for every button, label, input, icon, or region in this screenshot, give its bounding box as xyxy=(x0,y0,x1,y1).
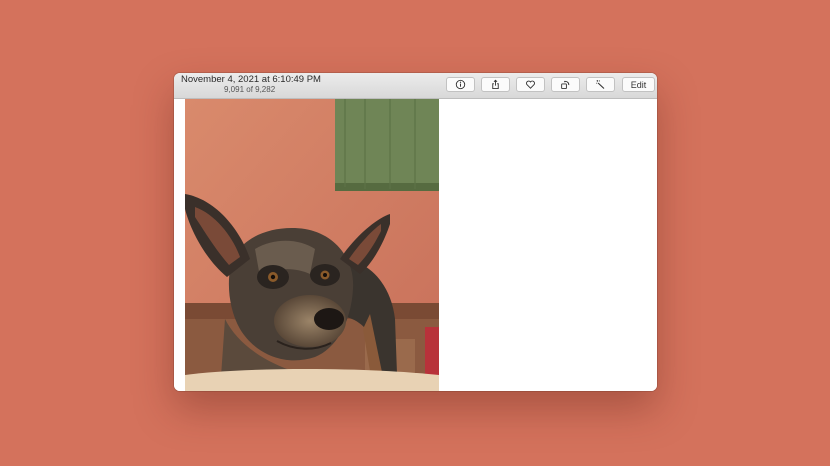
heart-icon xyxy=(526,80,535,89)
info-icon xyxy=(455,79,466,90)
rotate-icon xyxy=(561,80,570,89)
photo-counter: 9,091 of 9,282 xyxy=(224,85,276,94)
edit-button[interactable]: Edit xyxy=(622,77,655,92)
enhance-button[interactable] xyxy=(586,77,615,92)
rotate-button[interactable] xyxy=(551,77,580,92)
photo-viewer-window: November 4, 2021 at 6:10:49 PM 9,091 of … xyxy=(174,73,657,391)
info-button[interactable] xyxy=(446,77,475,92)
dog-photo xyxy=(185,99,439,391)
magic-wand-icon xyxy=(596,80,605,89)
share-icon xyxy=(492,79,499,89)
photo-viewport[interactable] xyxy=(174,99,657,391)
favorite-button[interactable] xyxy=(516,77,545,92)
title-bar[interactable]: November 4, 2021 at 6:10:49 PM 9,091 of … xyxy=(174,73,657,99)
share-button[interactable] xyxy=(481,77,510,92)
photo-date-title: November 4, 2021 at 6:10:49 PM xyxy=(181,74,321,85)
